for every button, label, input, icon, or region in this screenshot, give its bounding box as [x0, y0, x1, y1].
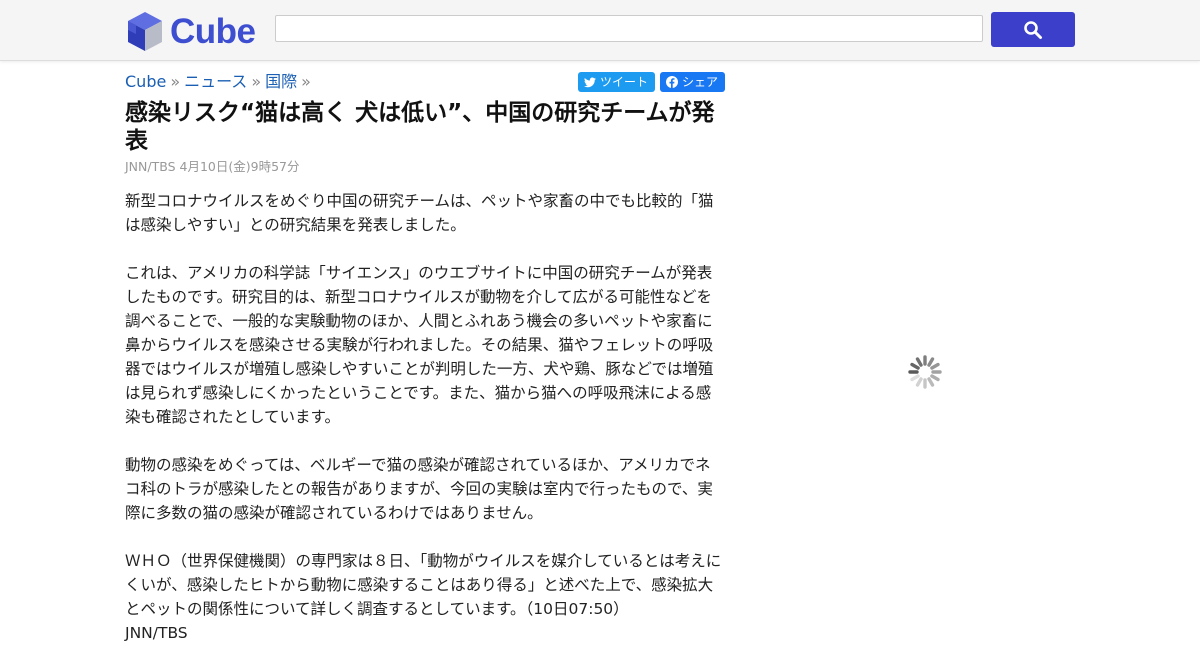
twitter-bird-icon: [583, 77, 596, 87]
tweet-button[interactable]: ツイート: [577, 72, 655, 92]
article-title: 感染リスク“猫は高く 犬は低い”、中国の研究チームが発表: [125, 100, 715, 154]
facebook-share-button[interactable]: シェア: [659, 72, 725, 92]
breadcrumb-link-home[interactable]: Cube: [125, 72, 166, 91]
breadcrumb: Cube» ニュース» 国際»: [125, 72, 315, 92]
cube-logo-icon: [128, 12, 162, 51]
site-header: Cube: [0, 0, 1200, 61]
article-paragraph: ＷＨＯ（世界保健機関）の専門家は８日、「動物がウイルスを媒介しているとは考えにく…: [125, 552, 722, 618]
breadcrumb-separator: »: [170, 72, 181, 91]
article-source: JNN/TBS: [125, 624, 188, 642]
article-toolbar: Cube» ニュース» 国際» ツイート シェア: [125, 60, 725, 104]
facebook-icon: [665, 76, 678, 88]
search-button[interactable]: [991, 12, 1075, 47]
article-column: Cube» ニュース» 国際» ツイート シェア 感染リスク“猫は高く 犬は低い”、…: [125, 60, 725, 669]
share-label: シェア: [681, 75, 718, 89]
breadcrumb-link-international[interactable]: 国際: [265, 72, 297, 91]
search-icon: [1024, 20, 1042, 39]
breadcrumb-link-news[interactable]: ニュース: [184, 72, 247, 91]
search-input[interactable]: [275, 15, 983, 42]
breadcrumb-separator: »: [301, 72, 311, 91]
article-paragraph: 動物の感染をめぐっては、ベルギーで猫の感染が確認されているほか、アメリカでネコ科…: [125, 456, 713, 522]
site-name: Cube: [170, 11, 256, 51]
tweet-label: ツイート: [599, 75, 648, 89]
article-paragraph: これは、アメリカの科学誌「サイエンス」のウエブサイトに中国の研究チームが発表した…: [125, 264, 714, 426]
site-logo[interactable]: Cube: [126, 9, 256, 53]
article-paragraph: 新型コロナウイルスをめぐり中国の研究チームは、ペットや家畜の中でも比較的「猫は感…: [125, 192, 714, 234]
article-body: 新型コロナウイルスをめぐり中国の研究チームは、ペットや家畜の中でも比較的「猫は感…: [125, 189, 725, 645]
breadcrumb-separator: »: [251, 72, 262, 91]
loading-spinner-icon: [908, 355, 942, 389]
share-buttons: ツイート シェア: [577, 72, 725, 92]
article-meta: JNN/TBS 4月10日(金)9時57分: [125, 159, 300, 174]
